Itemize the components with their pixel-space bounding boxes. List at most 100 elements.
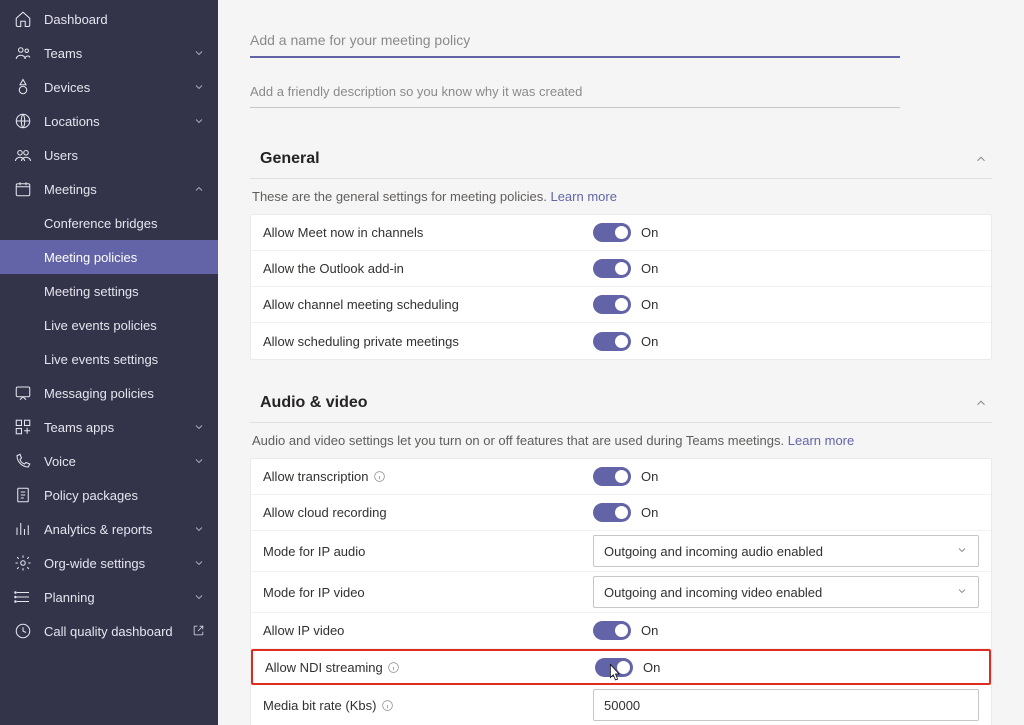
org-icon [14,554,32,572]
analytics-icon [14,520,32,538]
toggle-cloud-recording[interactable] [593,503,631,522]
sidebar-item-planning[interactable]: Planning [0,580,218,614]
section-header-av[interactable]: Audio & video [250,388,992,423]
chevron-up-icon [974,152,988,166]
setting-row: Media bit rate (Kbs) [251,685,991,725]
chevron-down-icon [192,590,206,604]
sidebar-sub-meeting-policies[interactable]: Meeting policies [0,240,218,274]
learn-more-link[interactable]: Learn more [550,189,616,204]
sidebar-item-dashboard[interactable]: Dashboard [0,2,218,36]
chevron-down-icon [192,80,206,94]
sidebar-item-label: Teams apps [44,420,192,435]
setting-row-ndi-streaming: Allow NDI streaming On [251,649,991,685]
sidebar-item-label: Voice [44,454,192,469]
section-title: General [260,150,320,168]
sidebar-item-voice[interactable]: Voice [0,444,218,478]
sidebar-item-org-settings[interactable]: Org-wide settings [0,546,218,580]
toggle-transcription[interactable] [593,467,631,486]
sidebar-item-teams[interactable]: Teams [0,36,218,70]
policy-desc-input[interactable] [250,76,900,108]
sidebar-item-label: Call quality dashboard [44,624,186,639]
setting-label: Mode for IP video [263,585,593,600]
info-icon[interactable] [380,698,394,712]
chevron-up-icon [192,182,206,196]
toggle-value: On [643,660,660,675]
sidebar-item-devices[interactable]: Devices [0,70,218,104]
sidebar-item-label: Users [44,148,206,163]
chevron-down-icon [192,114,206,128]
sidebar-item-label: Meeting policies [44,250,137,265]
setting-row: Mode for IP video Outgoing and incoming … [251,572,991,613]
setting-label: Allow transcription [263,469,593,484]
sidebar-item-locations[interactable]: Locations [0,104,218,138]
sidebar-item-label: Teams [44,46,192,61]
setting-label: Allow NDI streaming [265,660,595,675]
planning-icon [14,588,32,606]
sidebar-item-messaging-policies[interactable]: Messaging policies [0,376,218,410]
users-icon [14,146,32,164]
toggle-value: On [641,297,658,312]
main-content: General These are the general settings f… [218,0,1024,725]
sidebar-item-teams-apps[interactable]: Teams apps [0,410,218,444]
sidebar-sub-live-events-policies[interactable]: Live events policies [0,308,218,342]
setting-label: Allow the Outlook add-in [263,261,593,276]
sidebar-item-label: Devices [44,80,192,95]
messaging-icon [14,384,32,402]
toggle-outlook-addin[interactable] [593,259,631,278]
sidebar-item-analytics[interactable]: Analytics & reports [0,512,218,546]
setting-row: Allow channel meeting scheduling On [251,287,991,323]
toggle-value: On [641,334,658,349]
toggle-channel-scheduling[interactable] [593,295,631,314]
policy-icon [14,486,32,504]
input-media-bit-rate[interactable] [593,689,979,721]
chevron-down-icon [192,556,206,570]
home-icon [14,10,32,28]
sidebar-item-label: Conference bridges [44,216,157,231]
setting-label: Media bit rate (Kbs) [263,698,593,713]
toggle-value: On [641,261,658,276]
sidebar-item-label: Planning [44,590,192,605]
toggle-meet-now[interactable] [593,223,631,242]
sidebar-item-label: Live events settings [44,352,158,367]
sidebar-sub-live-events-settings[interactable]: Live events settings [0,342,218,376]
select-ip-audio-mode[interactable]: Outgoing and incoming audio enabled [593,535,979,567]
setting-label: Allow IP video [263,623,593,638]
sidebar-item-users[interactable]: Users [0,138,218,172]
toggle-value: On [641,505,658,520]
section-audio-video: Audio & video Audio and video settings l… [250,388,992,725]
toggle-value: On [641,469,658,484]
sidebar-item-label: Policy packages [44,488,206,503]
sidebar-item-label: Org-wide settings [44,556,192,571]
toggle-ip-video[interactable] [593,621,631,640]
learn-more-link[interactable]: Learn more [788,433,854,448]
meetings-icon [14,180,32,198]
info-icon[interactable] [387,660,401,674]
sidebar-item-label: Meeting settings [44,284,139,299]
select-value: Outgoing and incoming audio enabled [604,544,823,559]
sidebar-item-meetings[interactable]: Meetings [0,172,218,206]
voice-icon [14,452,32,470]
select-ip-video-mode[interactable]: Outgoing and incoming video enabled [593,576,979,608]
toggle-ndi-streaming[interactable] [595,658,633,677]
setting-row: Allow the Outlook add-in On [251,251,991,287]
section-desc: Audio and video settings let you turn on… [250,433,992,448]
sidebar-sub-meeting-settings[interactable]: Meeting settings [0,274,218,308]
sidebar-item-label: Locations [44,114,192,129]
chevron-down-icon [192,46,206,60]
info-icon[interactable] [373,470,387,484]
setting-label: Allow scheduling private meetings [263,334,593,349]
sidebar-sub-conference-bridges[interactable]: Conference bridges [0,206,218,240]
section-title: Audio & video [260,394,368,412]
setting-label: Allow Meet now in channels [263,225,593,240]
sidebar-item-call-quality[interactable]: Call quality dashboard [0,614,218,648]
setting-row: Allow transcription On [251,459,991,495]
chevron-down-icon [956,585,968,600]
sidebar-item-label: Dashboard [44,12,206,27]
policy-name-input[interactable] [250,24,900,58]
setting-row: Allow IP video On [251,613,991,649]
toggle-private-meetings[interactable] [593,332,631,351]
section-header-general[interactable]: General [250,144,992,179]
settings-card-av: Allow transcription On Allow cloud recor… [250,458,992,725]
toggle-value: On [641,225,658,240]
sidebar-item-policy-packages[interactable]: Policy packages [0,478,218,512]
